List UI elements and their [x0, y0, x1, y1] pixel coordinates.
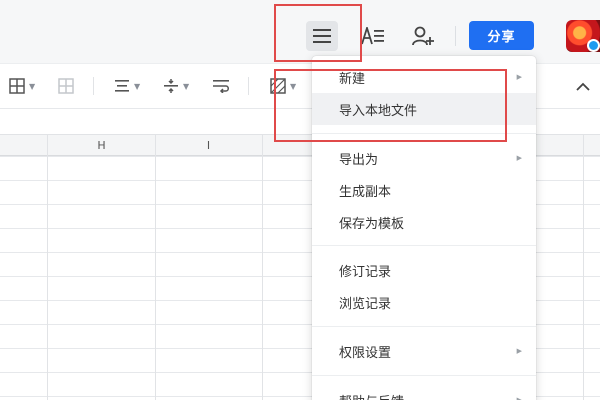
grid-column-line	[262, 134, 263, 400]
merge-cells-icon	[58, 78, 74, 94]
menu-item-revision-history[interactable]: 修订记录	[312, 254, 536, 286]
menu-item-import-local-file[interactable]: 导入本地文件	[312, 93, 536, 125]
column-header-h[interactable]: H	[48, 135, 155, 157]
chevron-up-icon	[576, 82, 590, 91]
conditional-format-icon	[270, 78, 286, 94]
add-user-icon	[412, 26, 434, 46]
align-horizontal-icon	[115, 80, 129, 92]
chevron-down-icon: ▼	[134, 81, 141, 91]
menu-item-label: 生成副本	[339, 184, 392, 200]
menu-item-label: 导出为	[339, 152, 379, 168]
grid-column-line	[583, 134, 584, 400]
hamburger-menu-button[interactable]	[306, 21, 338, 51]
menu-item-label: 帮助与反馈	[339, 391, 404, 400]
align-vertical-icon	[164, 79, 178, 93]
menu-item-permission-settings[interactable]: 权限设置 ▶	[312, 335, 536, 367]
menu-divider	[312, 133, 536, 134]
text-format-icon	[361, 27, 384, 45]
conditional-format-button[interactable]: ▼	[270, 76, 296, 96]
menu-item-help-feedback[interactable]: 帮助与反馈 ▶	[312, 384, 536, 400]
chevron-down-icon: ▼	[29, 81, 36, 91]
menu-item-export-as[interactable]: 导出为 ▶	[312, 142, 536, 174]
wrap-text-button[interactable]	[212, 76, 230, 96]
submenu-arrow-icon: ▶	[516, 347, 522, 355]
align-vertical-button[interactable]: ▼	[163, 76, 189, 96]
submenu-arrow-icon: ▶	[516, 73, 522, 81]
align-horizontal-button[interactable]: ▼	[114, 76, 140, 96]
avatar[interactable]	[566, 20, 600, 52]
toolbar-divider	[93, 77, 94, 95]
main-menu-dropdown: 新建 ▶ 导入本地文件 导出为 ▶ 生成副本 保存为模板 修订记录 浏览记录 权…	[312, 56, 536, 400]
menu-item-browse-history[interactable]: 浏览记录	[312, 286, 536, 318]
menu-item-label: 保存为模板	[339, 216, 405, 232]
toolbar-divider	[248, 77, 249, 95]
wrap-text-icon	[213, 80, 229, 93]
borders-icon	[9, 78, 25, 94]
menu-divider	[312, 375, 536, 376]
menu-item-make-copy[interactable]: 生成副本	[312, 174, 536, 206]
header-divider	[455, 26, 456, 46]
menu-item-label: 浏览记录	[339, 296, 392, 312]
share-button[interactable]: 分享	[469, 21, 534, 50]
submenu-arrow-icon: ▶	[516, 396, 522, 400]
menu-item-save-as-template[interactable]: 保存为模板	[312, 206, 536, 238]
chevron-down-icon: ▼	[290, 81, 297, 91]
borders-button[interactable]: ▼	[9, 76, 35, 96]
grid-column-line	[47, 134, 48, 400]
merge-cells-button[interactable]	[58, 76, 74, 96]
hamburger-menu-icon	[313, 29, 331, 43]
column-header-i[interactable]: I	[155, 135, 262, 157]
collapse-toolbar-button[interactable]	[572, 76, 594, 96]
menu-divider	[312, 245, 536, 246]
chevron-down-icon: ▼	[183, 81, 190, 91]
droplet-badge-icon	[587, 39, 600, 52]
menu-item-new[interactable]: 新建 ▶	[312, 61, 536, 93]
text-format-button[interactable]	[358, 22, 388, 50]
menu-item-label: 权限设置	[339, 345, 392, 361]
menu-item-label: 新建	[339, 71, 366, 87]
add-collaborator-button[interactable]	[408, 22, 438, 50]
submenu-arrow-icon: ▶	[516, 154, 522, 162]
menu-item-label: 修订记录	[339, 264, 392, 280]
grid-column-line	[155, 134, 156, 400]
menu-divider	[312, 326, 536, 327]
menu-item-label: 导入本地文件	[339, 103, 418, 119]
